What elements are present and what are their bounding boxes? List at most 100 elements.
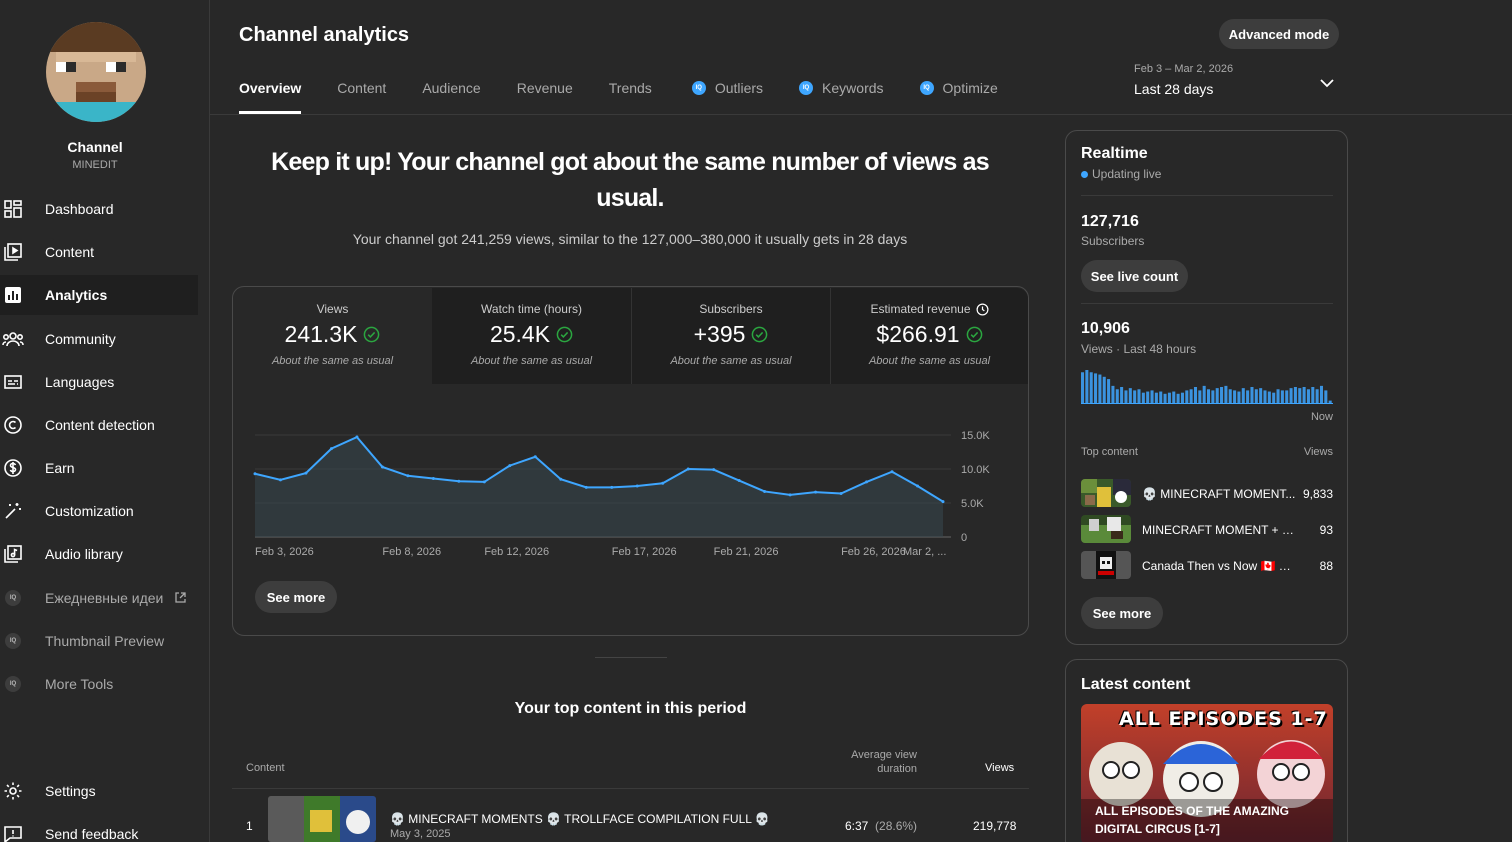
tab-outliers[interactable]: IQ Outliers xyxy=(691,80,763,114)
top-content-views: 9,833 xyxy=(1302,487,1333,501)
sidebar-item-content-detection[interactable]: Content detection xyxy=(0,405,198,445)
chart-data-point[interactable] xyxy=(584,485,588,489)
tab-keywords[interactable]: IQ Keywords xyxy=(799,80,884,114)
tab-revenue[interactable]: Revenue xyxy=(517,80,573,114)
tab-optimize[interactable]: IQ Optimize xyxy=(919,80,998,114)
metric-value: +395 xyxy=(693,321,746,347)
sidebar-item-thumbnail-preview[interactable]: IQ Thumbnail Preview xyxy=(0,621,198,661)
realtime-bar xyxy=(1085,370,1089,404)
sidebar-item-customization[interactable]: Customization xyxy=(0,491,198,531)
sidebar-item-label: Settings xyxy=(45,783,96,799)
chart-data-point[interactable] xyxy=(559,477,563,481)
realtime-bar xyxy=(1324,390,1328,404)
check-circle-icon xyxy=(556,326,573,343)
chevron-down-icon[interactable] xyxy=(1318,74,1336,92)
stats-card: Views 241.3K About the same as usual Wat… xyxy=(232,286,1029,636)
chart-data-point[interactable] xyxy=(839,491,843,495)
chart-data-point[interactable] xyxy=(890,470,894,474)
chart-data-point[interactable] xyxy=(457,479,461,483)
realtime-bar xyxy=(1124,390,1128,404)
chart-data-point[interactable] xyxy=(329,447,333,451)
chart-data-point[interactable] xyxy=(406,474,410,478)
chart-data-point[interactable] xyxy=(763,489,767,493)
chart-data-point[interactable] xyxy=(865,480,869,484)
sidebar-item-settings[interactable]: Settings xyxy=(0,771,198,811)
chart-data-point[interactable] xyxy=(508,464,512,468)
chart-data-point[interactable] xyxy=(712,468,716,472)
row-avd-pct: (28.6%) xyxy=(875,819,918,833)
chart-data-point[interactable] xyxy=(788,493,792,497)
chart-data-point[interactable] xyxy=(661,481,665,485)
dashboard-icon xyxy=(2,198,24,220)
top-content-title: Canada Then vs Now 🇨🇦 #co... xyxy=(1142,559,1297,573)
top-content-item[interactable]: 💀 MINECRAFT MOMENT... 9,833 xyxy=(1081,479,1333,509)
chart-data-point[interactable] xyxy=(278,478,282,482)
chart-data-point[interactable] xyxy=(533,455,537,459)
top-content-item[interactable]: Canada Then vs Now 🇨🇦 #co... 88 xyxy=(1081,551,1333,581)
advanced-mode-button[interactable]: Advanced mode xyxy=(1219,19,1339,49)
realtime-status: Updating live xyxy=(1081,167,1161,181)
chart-data-point[interactable] xyxy=(941,500,945,504)
see-live-count-button[interactable]: See live count xyxy=(1081,260,1188,292)
date-range-label[interactable]: Last 28 days xyxy=(1134,81,1213,97)
sidebar-item-community[interactable]: Community xyxy=(0,319,198,359)
chart-data-point[interactable] xyxy=(737,479,741,483)
sidebar-item-analytics[interactable]: Analytics xyxy=(0,275,198,315)
chart-data-point[interactable] xyxy=(380,465,384,469)
sidebar-item-dashboard[interactable]: Dashboard xyxy=(0,189,198,229)
iq-icon: IQ xyxy=(2,630,24,652)
sidebar-item-daily-ideas[interactable]: IQ Ежедневные идеи xyxy=(0,578,198,618)
metric-watch-time[interactable]: Watch time (hours) 25.4K About the same … xyxy=(432,288,631,384)
sidebar-item-languages[interactable]: Languages xyxy=(0,362,198,402)
chart-data-point[interactable] xyxy=(686,467,690,471)
metric-views[interactable]: Views 241.3K About the same as usual xyxy=(233,288,432,384)
chart-data-point[interactable] xyxy=(814,490,818,494)
chart-data-point[interactable] xyxy=(431,477,435,481)
sidebar-item-content[interactable]: Content xyxy=(0,232,198,272)
realtime-bar-chart[interactable] xyxy=(1081,370,1333,404)
chart-data-point[interactable] xyxy=(304,471,308,475)
chart-y-tick-label: 10.0K xyxy=(961,464,990,476)
chart-x-tick-label: Feb 3, 2026 xyxy=(255,546,314,558)
tab-label: Revenue xyxy=(516,80,573,96)
tab-content[interactable]: Content xyxy=(337,80,386,114)
column-header-views: Views xyxy=(985,762,1015,774)
external-link-icon xyxy=(174,591,187,609)
chart-data-point[interactable] xyxy=(916,484,920,488)
chart-data-point[interactable] xyxy=(253,472,257,476)
metric-value: $266.91 xyxy=(876,321,960,347)
metric-value: 241.3K xyxy=(284,321,358,347)
divider xyxy=(1081,303,1333,304)
chart-data-point[interactable] xyxy=(635,484,639,488)
tab-overview[interactable]: Overview xyxy=(239,80,302,114)
top-content-item[interactable]: MINECRAFT MOMENT + CO... 93 xyxy=(1081,515,1333,545)
chart-data-point[interactable] xyxy=(610,485,614,489)
realtime-bar xyxy=(1141,392,1145,404)
video-thumbnail[interactable] xyxy=(268,796,376,842)
metric-estimated-revenue[interactable]: Estimated revenue $266.91 About the same… xyxy=(830,288,1028,384)
channel-avatar[interactable] xyxy=(46,22,146,122)
sidebar-item-label: Community xyxy=(45,331,116,347)
see-more-button[interactable]: See more xyxy=(255,581,337,613)
tab-trends[interactable]: Trends xyxy=(609,80,652,114)
realtime-subscribers-value: 127,716 xyxy=(1081,213,1139,230)
tab-audience[interactable]: Audience xyxy=(422,80,480,114)
chart-data-point[interactable] xyxy=(482,480,486,484)
sidebar-item-more-tools[interactable]: IQ More Tools xyxy=(0,664,198,704)
realtime-status-label: Updating live xyxy=(1092,167,1162,181)
realtime-bar xyxy=(1089,372,1093,404)
views-chart[interactable]: 15.0K 10.0K 5.0K 0 Feb 3, 2026 Feb 8, 2026 Feb… xyxy=(233,417,1030,602)
sidebar-item-audio-library[interactable]: Audio library xyxy=(0,534,198,574)
latest-video-thumbnail[interactable]: ALL EPISODES 1-7 ALL EPISODES OF THE AMA… xyxy=(1081,704,1333,842)
latest-video-title: ALL EPISODES OF THE AMAZING DIGITAL CIRC… xyxy=(1095,804,1290,836)
sidebar-item-label: More Tools xyxy=(45,676,114,692)
sidebar-item-earn[interactable]: Earn xyxy=(0,448,198,488)
app-root: Channel MINEDIT Dashboard Content Analyt… xyxy=(0,0,1512,842)
sidebar-item-label: Audio library xyxy=(45,546,123,562)
metric-subscribers[interactable]: Subscribers +395 About the same as usual xyxy=(631,288,830,384)
sidebar-item-send-feedback[interactable]: Send feedback xyxy=(0,814,198,842)
row-video-title[interactable]: 💀 MINECRAFT MOMENTS 💀 TROLLFACE COMPILAT… xyxy=(390,812,770,826)
see-more-button[interactable]: See more xyxy=(1081,597,1163,629)
chart-data-point[interactable] xyxy=(355,435,359,439)
tab-label: Audience xyxy=(422,80,481,96)
